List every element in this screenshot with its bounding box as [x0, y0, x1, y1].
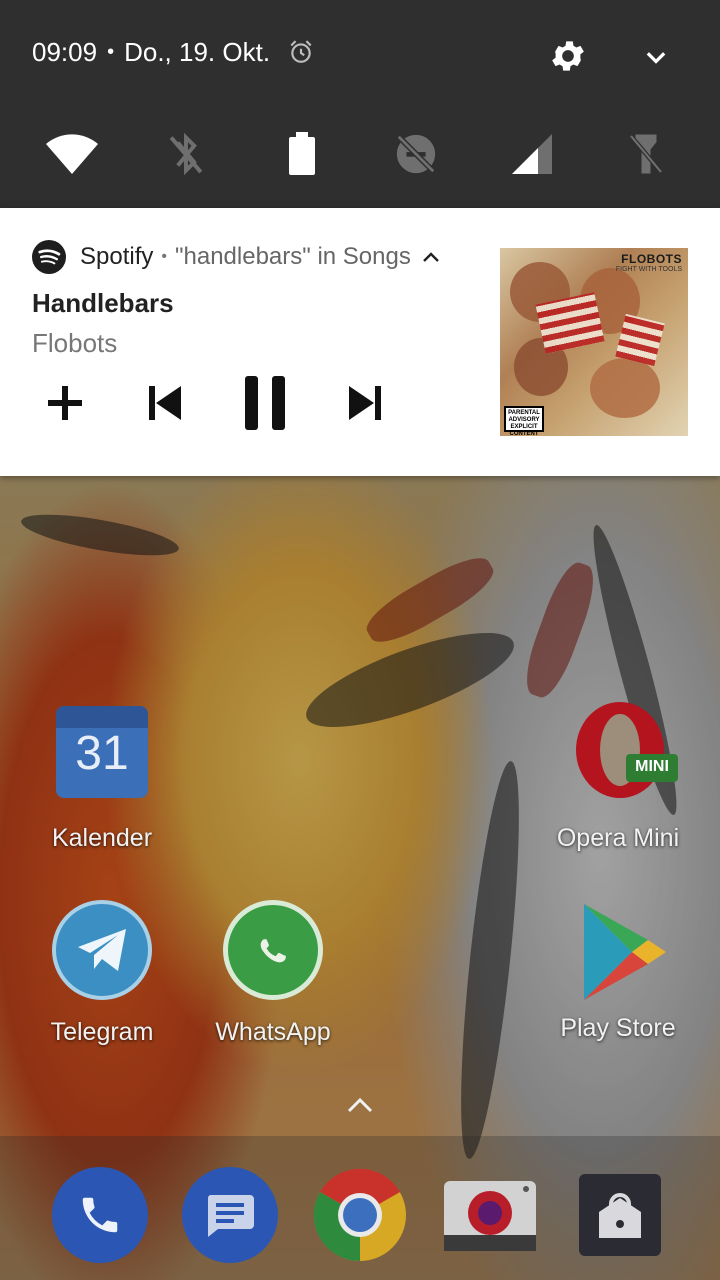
- whatsapp-icon: [223, 900, 323, 1000]
- add-to-library-button[interactable]: [30, 368, 100, 438]
- calendar-day: 31: [75, 727, 129, 780]
- messages-icon: [182, 1167, 278, 1263]
- app-label-play-store: Play Store: [560, 1014, 676, 1042]
- date: Do., 19. Okt.: [124, 36, 271, 67]
- song-artist: Flobots: [32, 328, 118, 358]
- plus-icon: [48, 386, 82, 420]
- app-opera-mini[interactable]: MINI Opera Mini: [543, 700, 693, 853]
- status-row: 09:09 • Do., 19. Okt.: [32, 36, 314, 68]
- app-telegram[interactable]: Telegram: [27, 900, 177, 1047]
- notification-header: Spotify • "handlebars" in Songs: [32, 240, 441, 274]
- opera-mini-badge: MINI: [635, 758, 669, 775]
- next-track-button[interactable]: [330, 368, 400, 438]
- status-separator: •: [107, 40, 115, 63]
- dock-phone[interactable]: [51, 1166, 149, 1264]
- quick-settings-tiles: [0, 124, 720, 188]
- wifi-icon: [46, 134, 98, 174]
- parental-advisory-label: PARENTAL ADVISORY EXPLICIT CONTENT: [504, 406, 544, 436]
- app-kalender[interactable]: 31 Kalender: [27, 706, 177, 853]
- dock-lock[interactable]: [571, 1166, 669, 1264]
- album-art-subtitle: FIGHT WITH TOOLS: [615, 266, 682, 273]
- song-title: Handlebars: [32, 288, 174, 318]
- album-art-title: FLOBOTS: [621, 252, 682, 266]
- collapse-chevron-icon[interactable]: [421, 250, 441, 264]
- lock-icon: [579, 1174, 661, 1256]
- app-label-opera-mini: Opera Mini: [556, 824, 680, 852]
- phone-icon: [52, 1167, 148, 1263]
- telegram-icon: [52, 900, 152, 1000]
- calendar-icon: 31: [56, 706, 148, 798]
- quick-settings-panel: 09:09 • Do., 19. Okt.: [0, 0, 720, 208]
- camera-icon: [444, 1181, 536, 1251]
- battery-tile[interactable]: [272, 124, 332, 184]
- battery-icon: [289, 132, 315, 175]
- do-not-disturb-off-icon: [396, 134, 436, 174]
- cellular-signal-icon: [512, 134, 552, 174]
- wifi-tile[interactable]: [42, 124, 102, 184]
- notification-subtext: "handlebars" in Songs: [174, 243, 411, 270]
- skip-previous-icon: [149, 386, 181, 420]
- cellular-tile[interactable]: [502, 124, 562, 184]
- spotify-media-notification[interactable]: Spotify • "handlebars" in Songs Handleba…: [0, 208, 720, 476]
- dnd-tile[interactable]: [386, 124, 446, 184]
- app-label-kalender: Kalender: [51, 824, 153, 852]
- clock: 09:09: [32, 36, 98, 67]
- skip-next-icon: [349, 386, 381, 420]
- alarm-icon: [290, 40, 312, 63]
- pause-button[interactable]: [230, 368, 300, 438]
- album-art: FLOBOTS FIGHT WITH TOOLS PARENTAL ADVISO…: [500, 248, 688, 436]
- chrome-icon: [313, 1168, 406, 1262]
- flashlight-off-icon: [629, 134, 663, 174]
- bluetooth-off-icon: [169, 132, 203, 176]
- app-label-telegram: Telegram: [50, 1018, 154, 1046]
- expand-chevron-icon[interactable]: [640, 44, 672, 72]
- app-whatsapp[interactable]: WhatsApp: [198, 900, 348, 1047]
- dock-messages[interactable]: [181, 1166, 279, 1264]
- pause-icon: [245, 376, 285, 430]
- previous-track-button[interactable]: [130, 368, 200, 438]
- flashlight-tile[interactable]: [616, 124, 676, 184]
- dock-chrome[interactable]: [311, 1166, 409, 1264]
- app-label-whatsapp: WhatsApp: [215, 1018, 331, 1046]
- app-play-store[interactable]: Play Store: [543, 900, 693, 1043]
- header-separator: •: [161, 248, 167, 265]
- settings-gear-icon[interactable]: [548, 36, 588, 76]
- app-drawer-arrow-icon[interactable]: [344, 1094, 376, 1116]
- spotify-icon: [32, 240, 66, 274]
- play-store-icon: [570, 900, 666, 1000]
- media-controls: [30, 368, 410, 438]
- dock-camera[interactable]: [441, 1166, 539, 1264]
- opera-mini-icon: MINI: [570, 700, 678, 798]
- notification-app-name: Spotify: [80, 243, 154, 270]
- bluetooth-tile[interactable]: [156, 124, 216, 184]
